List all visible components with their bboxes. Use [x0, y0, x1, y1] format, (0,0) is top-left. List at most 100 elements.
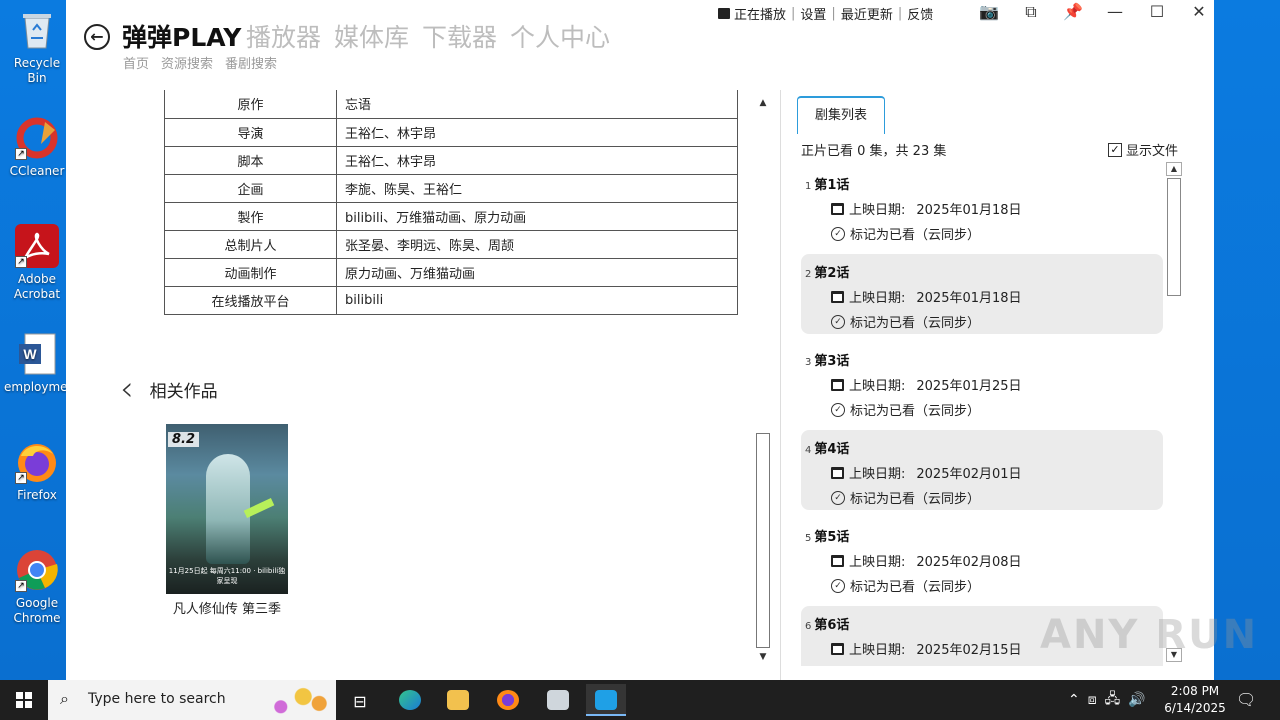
related-works-header: ‹ 相关作品	[120, 372, 218, 406]
recycle-bin-icon	[15, 8, 59, 52]
mark-watched-row[interactable]: ✓标记为已看（云同步）	[831, 576, 1163, 595]
info-row: 动画制作 原力动画、万维猫动画	[164, 257, 738, 287]
check-circle-icon: ✓	[831, 402, 845, 417]
show-files-label: 显示文件	[1126, 144, 1179, 159]
close-button[interactable]: ✕	[1178, 0, 1214, 24]
scroll-thumb[interactable]	[756, 433, 770, 648]
desktop-icon-recycle-bin[interactable]: Recycle Bin	[4, 8, 70, 86]
network-adapter-icon[interactable]: ⧈	[1088, 692, 1097, 708]
show-files-checkbox[interactable]: ✓	[1108, 142, 1122, 157]
episode-title[interactable]: 第5话	[814, 530, 849, 545]
taskbar-app[interactable]	[538, 684, 578, 716]
taskbar-firefox[interactable]	[488, 684, 528, 716]
episode-title[interactable]: 第2话	[814, 266, 849, 281]
edge-icon	[399, 690, 421, 710]
app-brand[interactable]: 弹弹PLAY	[122, 18, 241, 54]
desktop-icon-acrobat[interactable]: ↗ Adobe Acrobat	[4, 224, 70, 302]
calendar-icon	[831, 466, 844, 479]
clock-date: 6/14/2025	[1164, 701, 1226, 715]
info-row: 原作 忘语	[164, 90, 738, 119]
calendar-icon	[831, 554, 844, 567]
episode-title[interactable]: 第6话	[814, 618, 849, 633]
notification-icon[interactable]: 🗨	[1236, 690, 1256, 709]
mini-mode-button[interactable]: ⧉	[1010, 0, 1052, 24]
mark-watched-label: 标记为已看（云同步）	[850, 404, 981, 419]
episode-title[interactable]: 第3话	[814, 354, 849, 369]
link-feedback[interactable]: 反馈	[902, 4, 938, 23]
link-recent-updates[interactable]: 最近更新	[836, 4, 898, 23]
firefox-icon: ↗	[15, 440, 59, 484]
mark-watched-label: 标记为已看（云同步）	[850, 580, 981, 595]
episode-number: 1	[805, 181, 812, 192]
maximize-button[interactable]: ☐	[1136, 0, 1178, 24]
scroll-up-button[interactable]: ▲	[1166, 162, 1182, 176]
info-key: 企画	[164, 173, 337, 203]
tab-episode-list[interactable]: 剧集列表	[797, 96, 885, 134]
link-settings[interactable]: 设置	[795, 4, 831, 23]
info-row: 总制片人 张圣晏、李明远、陈昊、周颉	[164, 229, 738, 259]
info-value: bilibili、万维猫动画、原力动画	[336, 201, 738, 231]
info-key: 製作	[164, 201, 337, 231]
air-date-label: 上映日期:	[849, 467, 906, 482]
scroll-up-button[interactable]: ▲	[754, 95, 772, 111]
air-date: 2025年02月15日	[916, 643, 1022, 658]
task-view-button[interactable]: ⊟	[340, 684, 380, 716]
chevron-left-icon[interactable]: ‹	[120, 372, 134, 406]
nav-player[interactable]: 播放器	[246, 18, 321, 54]
taskbar-dandanplay[interactable]	[586, 684, 626, 716]
mark-watched-row[interactable]: ✓标记为已看（云同步）	[831, 664, 1163, 666]
nav-downloader[interactable]: 下载器	[422, 18, 497, 54]
episode-item[interactable]: 3 第3话 上映日期: 2025年01月25日 ✓ 标记为已看（云同步）	[801, 342, 1163, 422]
back-button[interactable]: ←	[84, 24, 110, 50]
mark-watched-row[interactable]: ✓标记为已看（云同步）	[831, 224, 1163, 243]
chevron-up-icon[interactable]: ⌃	[1068, 692, 1080, 708]
pin-button[interactable]: 📌	[1052, 0, 1094, 24]
info-value: 李旎、陈昊、王裕仁	[336, 173, 738, 203]
mark-watched-row[interactable]: ✓标记为已看（云同步）	[831, 488, 1163, 507]
desktop-icon-firefox[interactable]: ↗ Firefox	[4, 440, 70, 503]
related-work-title[interactable]: 凡人修仙传 第三季	[166, 598, 288, 617]
desktop-icon-chrome[interactable]: ↗ Google Chrome	[4, 548, 70, 626]
episode-scrollbar[interactable]: ▲ ▼	[1166, 162, 1184, 664]
episode-item[interactable]: 5 第5话 上映日期: 2025年02月08日 ✓ 标记为已看（云同步）	[801, 518, 1163, 598]
mark-watched-label: 标记为已看（云同步）	[850, 492, 981, 507]
episode-item[interactable]: 4 第4话 上映日期: 2025年02月01日 ✓ 标记为已看（云同步）	[801, 430, 1163, 510]
scroll-down-button[interactable]: ▼	[754, 649, 772, 665]
show-files-toggle[interactable]: ✓ 显示文件	[1108, 140, 1178, 159]
content-scrollbar[interactable]: ▲ ▼	[754, 95, 772, 665]
anyrun-watermark: ANY RUN	[1040, 612, 1259, 658]
network-icon[interactable]: 🖧	[1105, 688, 1121, 712]
nav-library[interactable]: 媒体库	[334, 18, 409, 54]
mark-watched-row[interactable]: ✓标记为已看（云同步）	[831, 312, 1163, 331]
related-work-poster[interactable]: 8.2 11月25日起 每周六11:00 · bilibili独家呈现	[166, 424, 288, 594]
desktop-icon-label: CCleaner	[9, 164, 65, 178]
start-button[interactable]	[0, 680, 48, 720]
triangle-up-icon: ▲	[759, 98, 767, 108]
episode-title[interactable]: 第4话	[814, 442, 849, 457]
air-date-row: 上映日期: 2025年01月25日	[831, 375, 1163, 394]
screenshot-button[interactable]: 📷	[968, 0, 1010, 24]
related-works-title: 相关作品	[149, 381, 218, 402]
search-highlight-image	[268, 683, 332, 717]
taskbar-clock[interactable]: 2:08 PM 6/14/2025	[1160, 683, 1230, 717]
episode-item[interactable]: 1 第1话 上映日期: 2025年01月18日 ✓ 标记为已看（云同步）	[801, 166, 1163, 246]
subnav-resource-search[interactable]: 资源搜索	[161, 53, 213, 72]
episode-title[interactable]: 第1话	[814, 178, 849, 193]
mark-watched-row[interactable]: ✓ 标记为已看（云同步）	[831, 400, 1163, 419]
minimize-button[interactable]: —	[1094, 0, 1136, 24]
scroll-thumb[interactable]	[1167, 178, 1181, 296]
volume-icon[interactable]: 🔊	[1128, 692, 1145, 708]
nav-profile[interactable]: 个人中心	[510, 18, 610, 54]
episode-item[interactable]: 2 第2话 上映日期: 2025年01月18日 ✓ 标记为已看（云同步）	[801, 254, 1163, 334]
chrome-icon: ↗	[15, 548, 59, 592]
subnav-anime-search[interactable]: 番剧搜索	[225, 53, 277, 72]
subnav-home[interactable]: 首页	[123, 53, 149, 72]
desktop-icon-ccleaner[interactable]: ↗ CCleaner	[4, 116, 70, 179]
info-row: 製作 bilibili、万维猫动画、原力动画	[164, 201, 738, 231]
taskbar-file-explorer[interactable]	[438, 684, 478, 716]
taskbar-edge[interactable]	[390, 684, 430, 716]
desktop-icon-word-doc[interactable]: W employme...	[4, 332, 79, 395]
air-date: 2025年02月01日	[916, 467, 1022, 482]
taskbar-search[interactable]: ⌕ Type here to search	[48, 680, 336, 720]
link-now-playing[interactable]: 正在播放	[732, 4, 791, 23]
